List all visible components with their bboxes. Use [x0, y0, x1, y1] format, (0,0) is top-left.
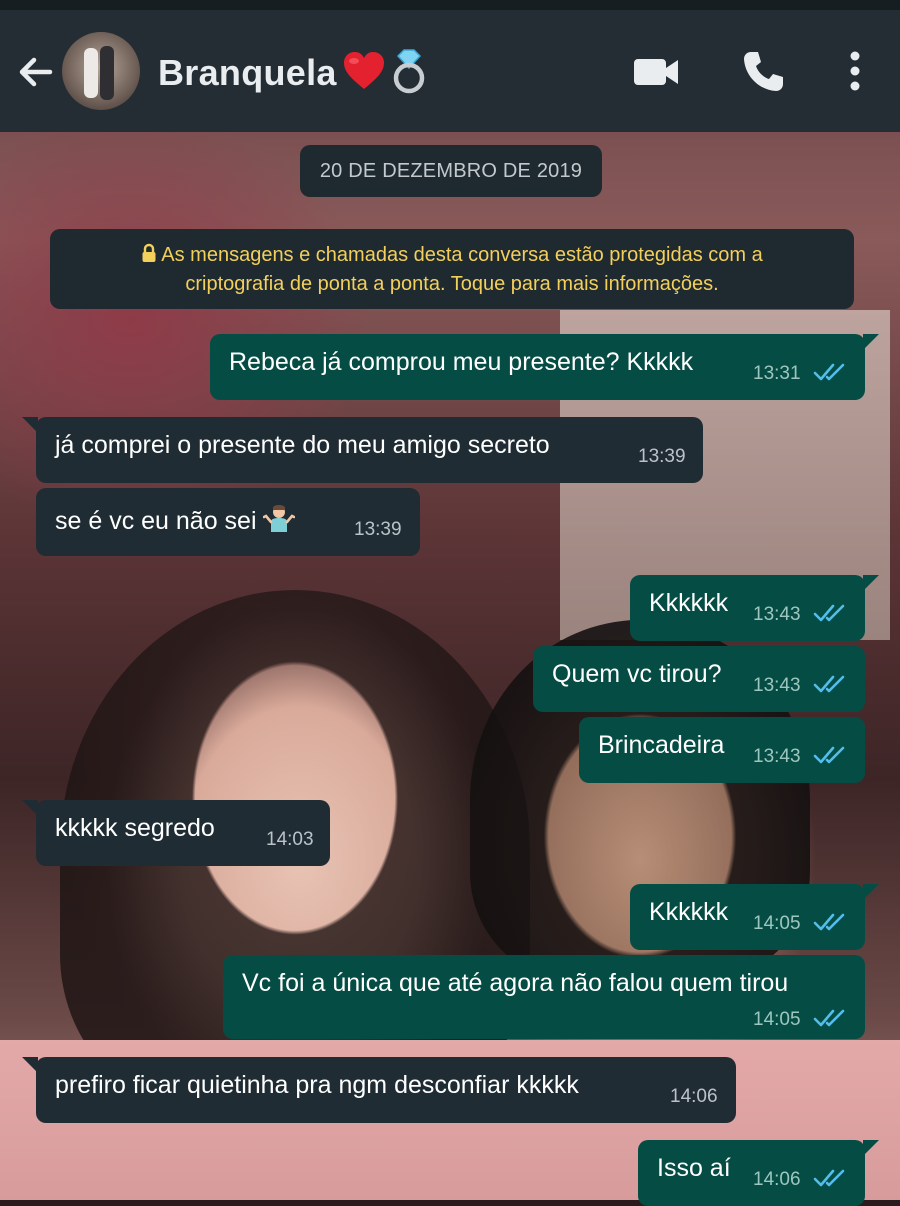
status-bar: [0, 0, 900, 10]
message-time: 13:43: [753, 675, 801, 696]
message-list[interactable]: 20 DE DEZEMBRO DE 2019 As mensagens e ch…: [0, 132, 900, 1206]
message-time: 13:39: [354, 519, 402, 540]
message-time: 14:05: [753, 1009, 801, 1030]
message-time: 14:03: [266, 829, 314, 850]
message-text: kkkkk segredo: [55, 814, 215, 842]
message-bubble-incoming[interactable]: prefiro ficar quietinha pra ngm desconfi…: [22, 1057, 736, 1123]
message-text-wrap: se é vc eu não sei: [55, 502, 295, 536]
double-check-icon: [813, 911, 851, 933]
video-call-icon[interactable]: [630, 46, 682, 98]
encryption-notice-line2: criptografia de ponta a ponta. Toque par…: [185, 273, 719, 295]
avatar-figure-1: [84, 48, 98, 98]
message-time: 14:05: [753, 913, 801, 934]
message-time: 13:39: [638, 446, 686, 467]
more-options-icon[interactable]: [829, 46, 881, 98]
message-time: 13:43: [753, 604, 801, 625]
bubble-tail: [863, 884, 879, 900]
double-check-icon: [813, 673, 851, 695]
message-text: Kkkkkk: [649, 898, 729, 926]
contact-name-emojis: [342, 48, 428, 99]
message-text: Quem vc tirou?: [552, 660, 722, 688]
bubble-tail: [22, 1057, 38, 1073]
message-bubble-outgoing[interactable]: Quem vc tirou? 13:43: [533, 646, 865, 712]
bubble-tail: [22, 800, 38, 816]
message-text: Kkkkkk: [649, 589, 729, 617]
message-bubble-outgoing[interactable]: Vc foi a única que até agora não falou q…: [223, 955, 865, 1039]
bubble-tail: [863, 575, 879, 591]
red-heart-icon: [342, 51, 386, 96]
message-text: já comprei o presente do meu amigo secre…: [55, 431, 550, 459]
message-bubble-incoming[interactable]: se é vc eu não sei 13:39: [36, 488, 420, 556]
lock-icon: [141, 243, 157, 271]
message-bubble-outgoing[interactable]: Kkkkkk 13:43: [630, 575, 879, 641]
message-bubble-outgoing[interactable]: Kkkkkk 14:05: [630, 884, 879, 950]
back-arrow-icon[interactable]: [14, 50, 58, 94]
message-text: Isso aí: [657, 1154, 731, 1182]
message-text: Brincadeira: [598, 731, 725, 759]
message-text: prefiro ficar quietinha pra ngm desconfi…: [55, 1071, 579, 1099]
message-bubble-incoming[interactable]: kkkkk segredo 14:03: [22, 800, 330, 866]
message-bubble-outgoing[interactable]: Brincadeira 13:43: [579, 717, 865, 783]
double-check-icon: [813, 744, 851, 766]
message-text: Vc foi a única que até agora não falou q…: [242, 969, 789, 997]
encryption-notice-line1: As mensagens e chamadas desta conversa e…: [161, 244, 763, 266]
contact-avatar[interactable]: [62, 32, 140, 110]
avatar-figure-2: [100, 46, 114, 100]
bubble-tail: [863, 334, 879, 350]
chat-header: Branquela: [0, 10, 900, 132]
voice-call-icon[interactable]: [737, 46, 789, 98]
message-time: 13:43: [753, 746, 801, 767]
message-text: Rebeca já comprou meu presente? Kkkkk: [229, 348, 694, 376]
double-check-icon: [813, 361, 851, 383]
person-shrugging-icon: [262, 502, 295, 534]
encryption-notice[interactable]: As mensagens e chamadas desta conversa e…: [50, 229, 854, 309]
contact-name[interactable]: Branquela: [158, 50, 337, 96]
bubble-tail: [22, 417, 38, 433]
date-divider: 20 DE DEZEMBRO DE 2019: [300, 145, 602, 197]
double-check-icon: [813, 1167, 851, 1189]
message-bubble-incoming[interactable]: já comprei o presente do meu amigo secre…: [22, 417, 703, 483]
message-time: 14:06: [670, 1086, 718, 1107]
bubble-tail: [863, 1140, 879, 1156]
message-bubble-outgoing[interactable]: Isso aí 14:06: [638, 1140, 879, 1206]
message-time: 14:06: [753, 1169, 801, 1190]
double-check-icon: [813, 602, 851, 624]
message-bubble-outgoing[interactable]: Rebeca já comprou meu presente? Kkkkk 13…: [210, 334, 879, 400]
double-check-icon: [813, 1007, 851, 1029]
message-text: se é vc eu não sei: [55, 507, 257, 535]
message-time: 13:31: [753, 363, 801, 384]
ring-icon: [388, 48, 428, 99]
